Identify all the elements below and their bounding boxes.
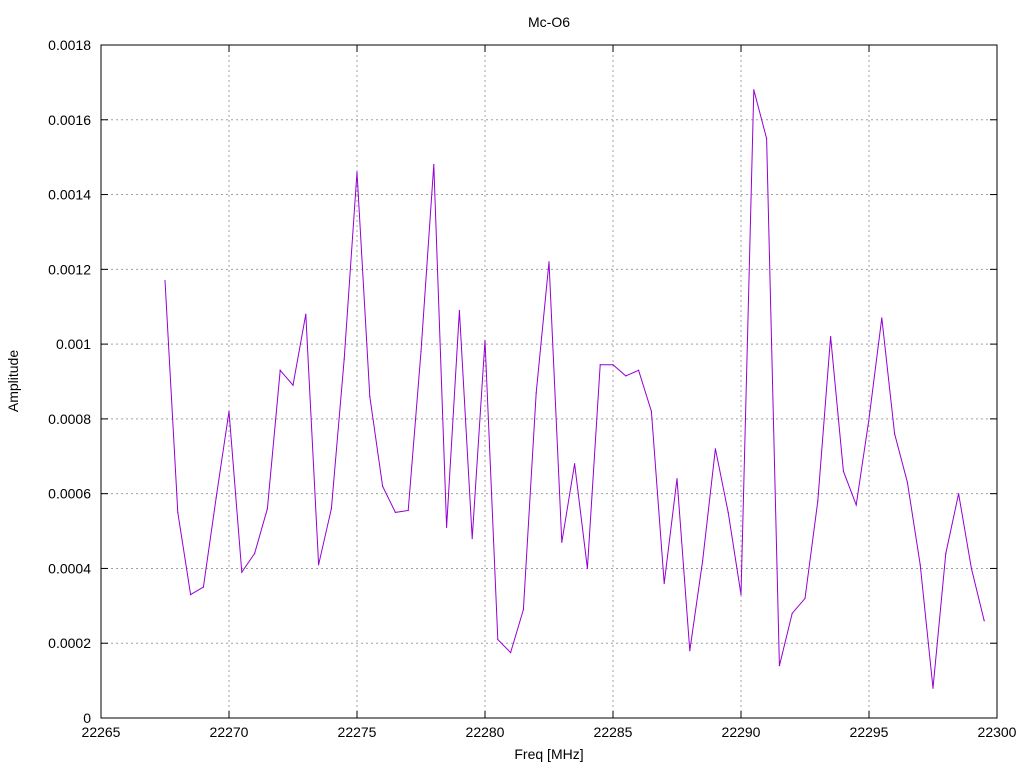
y-axis-label: Amplitude [5,350,21,412]
y-tick-label: 0.0014 [48,187,91,203]
data-point [638,369,640,371]
x-tick-label: 22270 [210,724,249,740]
data-point [970,567,973,570]
data-point [318,564,320,566]
y-tick-label: 0 [83,710,91,726]
data-point [740,594,742,596]
data-point [202,586,204,588]
data-point [650,410,653,413]
data-point [689,650,691,652]
data-point [753,89,755,91]
y-tick-label: 0.0002 [48,635,91,651]
data-point [241,571,243,573]
grid-lines [101,45,997,718]
data-point [625,375,627,377]
data-point [369,395,371,398]
y-tick-label: 0.0006 [48,486,91,502]
data-point [663,582,665,585]
data-point [714,448,717,450]
axis-ticks [100,44,998,719]
amplitude-line-chart: 22265 22270 22275 22280 22285 22290 22295 22300… [5,14,1017,762]
data-point [548,261,550,263]
data-point [881,317,883,319]
data-point [394,511,396,513]
data-point [215,496,217,499]
chart-title: Mc-O6 [528,14,570,30]
data-point [574,463,576,465]
x-tick-label: 22290 [722,724,761,740]
data-point [804,597,806,599]
y-tick-label: 0.0008 [48,411,91,427]
data-point [855,504,857,506]
x-tick-label: 22275 [338,724,377,740]
y-tick-label: 0.0004 [48,560,91,576]
data-point [586,567,589,570]
data-point [830,336,832,338]
data-points [164,89,985,689]
data-point [535,392,537,394]
data-point [766,137,768,140]
x-tick-label: 22285 [594,724,633,740]
data-point [497,638,499,641]
data-point [778,665,781,667]
data-point [279,369,281,371]
data-point [484,339,486,341]
data-point [842,470,845,472]
data-point [254,552,256,555]
data-point [382,485,384,487]
data-point [676,478,678,480]
x-tick-label: 22280 [466,724,505,740]
x-tick-label: 22295 [850,724,889,740]
data-point [330,508,332,510]
data-point [727,511,729,513]
data-point [599,364,601,366]
data-point [522,608,525,611]
y-tick-label: 0.001 [56,336,91,352]
data-point [894,433,896,435]
data-point [292,384,294,386]
data-point [958,493,960,495]
x-tick-label: 22300 [978,724,1017,740]
data-point [510,651,512,654]
data-point [458,309,460,312]
data-point [919,564,921,566]
data-point [983,620,985,622]
y-tick-label: 0.0018 [48,37,91,53]
data-point [433,164,435,166]
data-point [868,418,870,420]
series-line [164,89,985,689]
data-point [356,171,358,173]
data-point [177,511,179,513]
x-tick-label: 22265 [82,724,121,740]
y-tick-label: 0.0012 [48,261,91,277]
data-point [228,410,230,413]
data-point [305,313,307,315]
data-point [446,526,448,528]
data-point [791,612,793,614]
data-point [266,508,268,510]
data-point [190,594,192,596]
data-point [420,350,422,353]
data-point [164,279,166,282]
data-point [945,552,947,555]
data-point [407,509,409,512]
data-point [471,537,473,540]
y-tick-label: 0.0016 [48,112,91,128]
data-point [932,687,934,689]
data-point [817,500,819,502]
data-point [906,481,909,484]
x-axis-label: Freq [MHz] [514,746,583,762]
data-point [561,541,563,543]
tick-labels: 22265 22270 22275 22280 22285 22290 22295 22300… [48,37,1017,740]
plot-frame [100,44,998,719]
data-point [612,364,614,366]
data-point [343,358,345,360]
data-point [702,560,704,562]
